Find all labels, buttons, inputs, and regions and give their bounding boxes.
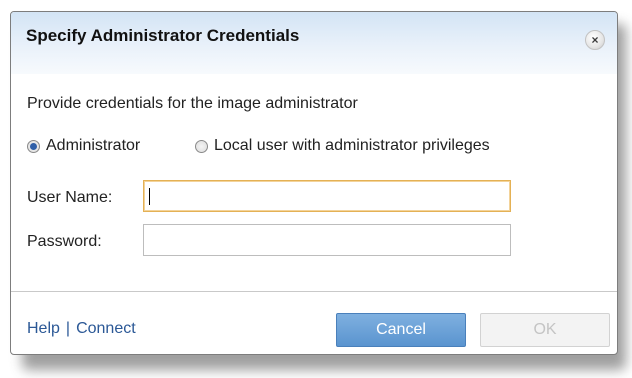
instruction-text: Provide credentials for the image admini… (27, 95, 358, 112)
footer-divider (11, 291, 617, 292)
text-caret (149, 188, 150, 205)
dialog-titlebar: Specify Administrator Credentials × (11, 12, 617, 74)
dialog-title: Specify Administrator Credentials (26, 26, 300, 45)
radio-unchecked-icon[interactable] (195, 139, 208, 153)
radio-checked-icon[interactable] (27, 139, 40, 153)
link-separator: | (65, 320, 71, 337)
footer-links: Help | Connect (27, 320, 136, 338)
cancel-button[interactable]: Cancel (336, 313, 466, 347)
ok-button[interactable]: OK (480, 313, 610, 347)
radio-administrator[interactable]: Administrator (27, 137, 140, 155)
radio-local-user[interactable]: Local user with administrator privileges (195, 137, 490, 155)
stage: Specify Administrator Credentials × Prov… (0, 0, 632, 378)
credentials-dialog: Specify Administrator Credentials × Prov… (10, 11, 618, 355)
username-label: User Name: (27, 189, 113, 206)
radio-local-user-label: Local user with administrator privileges (214, 137, 490, 154)
radio-administrator-label: Administrator (46, 137, 141, 154)
username-field[interactable] (143, 180, 511, 212)
password-field[interactable] (143, 224, 511, 256)
connect-link[interactable]: Connect (76, 320, 136, 337)
help-link[interactable]: Help (27, 320, 60, 337)
password-label: Password: (27, 233, 102, 250)
close-icon[interactable]: × (585, 30, 605, 50)
